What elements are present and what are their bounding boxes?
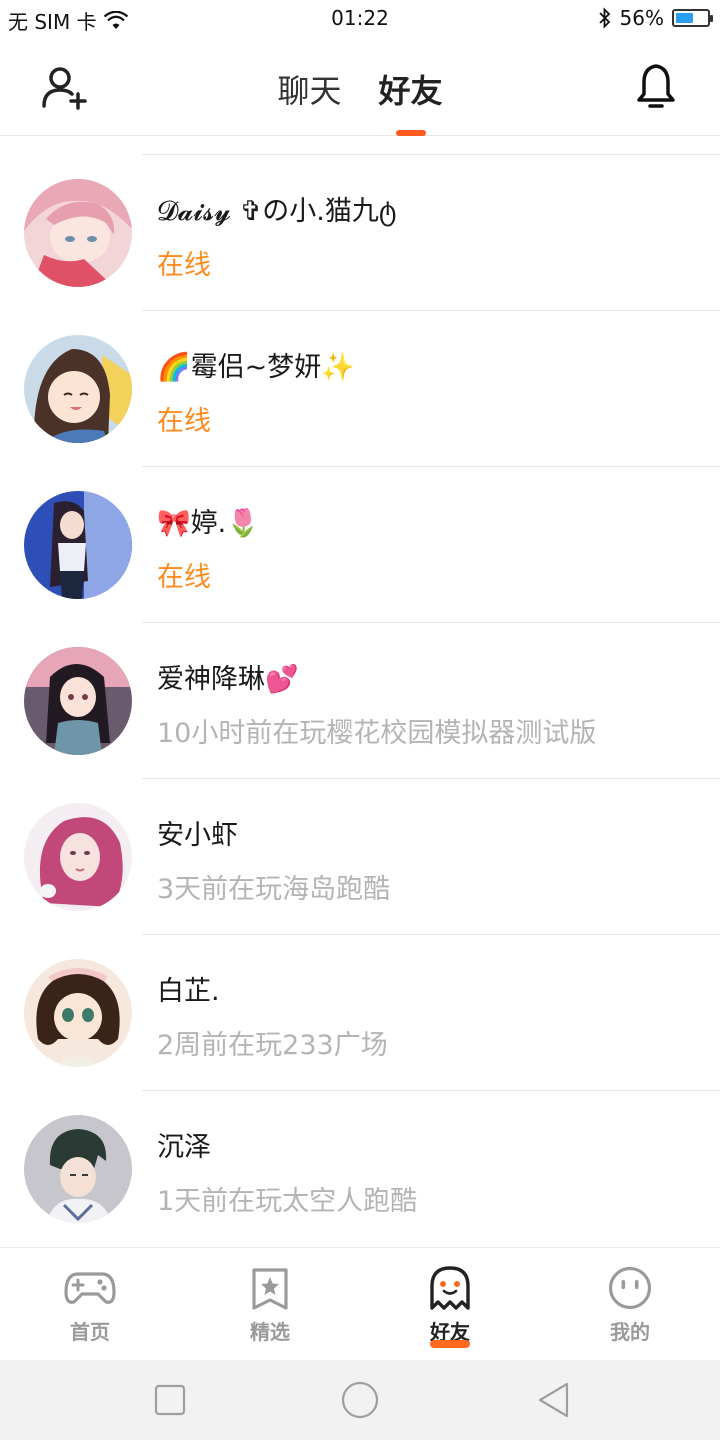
gamepad-icon [64,1272,116,1304]
ghost-icon [430,1266,470,1310]
battery-level [676,13,693,23]
friend-row[interactable]: 爱神降琳💕 10小时前在玩樱花校园模拟器测试版 [0,623,720,779]
nav-me[interactable]: 我的 [540,1248,720,1361]
bell-icon[interactable] [634,62,678,112]
friend-name: 🌈霉侣~梦妍✨ [157,352,355,383]
friend-row[interactable]: 安小虾 3天前在玩海岛跑酷 [0,779,720,935]
star-bookmark-icon [252,1268,288,1310]
tab-friends[interactable]: 好友 [379,66,443,112]
friend-row[interactable]: 🌈霉侣~梦妍✨ 在线 [0,311,720,467]
status-right: 56% [598,6,713,30]
back-triangle-icon[interactable] [534,1380,574,1420]
avatar[interactable] [24,1115,132,1223]
friend-status: 在线 [157,562,211,593]
friend-status: 在线 [157,406,211,437]
recents-square-icon[interactable] [150,1380,190,1420]
avatar[interactable] [24,491,132,599]
bluetooth-icon [598,7,610,29]
friend-status: 10小时前在玩樱花校园模拟器测试版 [157,718,597,749]
bottom-nav: 首页 精选 好友 我的 [0,1247,720,1360]
friend-row[interactable]: 白芷. 2周前在玩233广场 [0,935,720,1091]
nav-friends[interactable]: 好友 [360,1248,540,1361]
nav-home[interactable]: 首页 [0,1248,180,1361]
friend-list: 𝓓𝓪𝓲𝓼𝔂 ✞の小.猫九ტ 在线 🌈霉侣~梦妍✨ 在线 🎀婷.🌷 在线 爱神降琳… [0,137,720,1247]
system-nav-bar [0,1360,720,1440]
avatar[interactable] [24,959,132,1067]
friend-status: 1天前在玩太空人跑酷 [157,1186,418,1217]
avatar[interactable] [24,803,132,911]
friend-name: 爱神降琳💕 [157,664,299,695]
friend-status: 2周前在玩233广场 [157,1030,388,1061]
friend-row[interactable]: 𝓓𝓪𝓲𝓼𝔂 ✞の小.猫九ტ 在线 [0,155,720,311]
friend-name: 沉泽 [157,1132,211,1163]
nav-featured[interactable]: 精选 [180,1248,360,1361]
header-tabs: 聊天 好友 [0,66,720,112]
friend-row[interactable]: 🎀婷.🌷 在线 [0,467,720,623]
friend-name: 安小虾 [157,820,238,851]
avatar[interactable] [24,335,132,443]
friend-status: 3天前在玩海岛跑酷 [157,874,391,905]
nav-label: 我的 [610,1320,650,1344]
friend-status: 在线 [157,250,211,281]
active-nav-indicator [430,1340,470,1348]
friend-name: 🎀婷.🌷 [157,508,260,539]
nav-label: 精选 [250,1320,290,1344]
avatar[interactable] [24,647,132,755]
top-header: 聊天 好友 [0,38,720,136]
status-bar: 无 SIM 卡 01:22 56% [0,0,720,38]
battery-icon [672,9,713,27]
battery-percent: 56% [619,6,664,30]
friend-name: 白芷. [157,976,220,1007]
nav-label: 首页 [70,1320,110,1344]
friend-name: 𝓓𝓪𝓲𝓼𝔂 ✞の小.猫九ტ [157,196,397,227]
active-tab-indicator [396,130,426,136]
home-circle-icon[interactable] [340,1380,380,1420]
tab-chat[interactable]: 聊天 [277,66,341,112]
avatar[interactable] [24,179,132,287]
friend-row[interactable]: 沉泽 1天前在玩太空人跑酷 [0,1091,720,1247]
face-icon [608,1266,652,1310]
